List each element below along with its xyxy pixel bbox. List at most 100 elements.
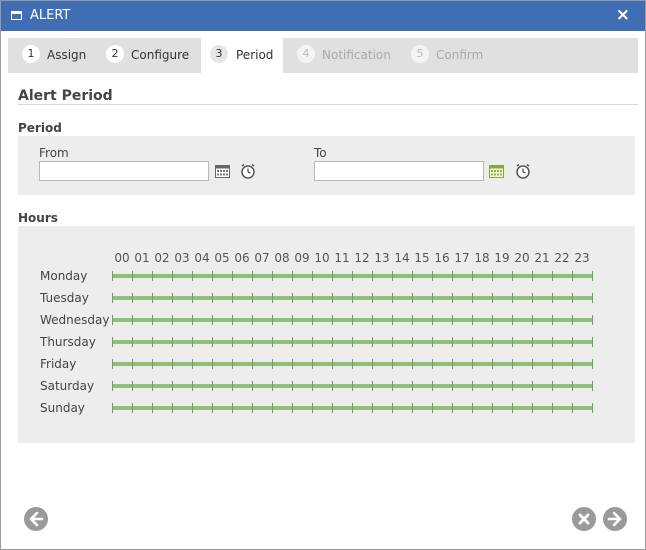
hour-tick (252, 271, 253, 281)
hour-tick (312, 359, 313, 369)
hour-tick (272, 315, 273, 325)
hour-label: 22 (554, 251, 570, 265)
day-hours-bar[interactable] (112, 314, 593, 326)
hour-tick (412, 403, 413, 413)
calendar-icon[interactable] (215, 164, 230, 178)
day-hours-bar[interactable] (112, 336, 593, 348)
clock-icon[interactable] (240, 163, 256, 179)
hour-tick (592, 381, 593, 391)
hour-tick (572, 271, 573, 281)
hour-tick (112, 315, 113, 325)
hour-tick (332, 403, 333, 413)
hour-tick (352, 293, 353, 303)
calendar-icon[interactable] (489, 164, 504, 178)
hour-tick (332, 381, 333, 391)
hour-tick (552, 315, 553, 325)
hour-tick (152, 315, 153, 325)
step-assign[interactable]: 1 Assign (8, 38, 96, 73)
hour-tick (172, 359, 173, 369)
hour-tick (352, 337, 353, 347)
day-label: Monday (40, 269, 88, 283)
hour-tick (412, 293, 413, 303)
hour-tick (432, 337, 433, 347)
hour-tick (412, 315, 413, 325)
hour-tick (212, 293, 213, 303)
hour-tick (172, 271, 173, 281)
hour-tick (272, 403, 273, 413)
hour-tick (552, 359, 553, 369)
day-hours-bar[interactable] (112, 402, 593, 414)
hour-tick (172, 293, 173, 303)
day-hours-bar[interactable] (112, 270, 593, 282)
day-hours-bar[interactable] (112, 358, 593, 370)
hour-tick (512, 271, 513, 281)
hour-tick (572, 293, 573, 303)
hour-tick (312, 293, 313, 303)
hour-tick (432, 271, 433, 281)
step-period[interactable]: 3 Period (201, 38, 283, 73)
day-label: Wednesday (40, 313, 110, 327)
hour-tick (172, 381, 173, 391)
hour-tick (392, 403, 393, 413)
window-icon (11, 11, 22, 20)
hour-tick (332, 271, 333, 281)
day-label: Tuesday (40, 291, 89, 305)
hour-label: 06 (234, 251, 250, 265)
window-title: ALERT (30, 8, 71, 23)
close-icon[interactable]: × (616, 5, 630, 25)
hour-tick (132, 315, 133, 325)
day-hours-bar[interactable] (112, 380, 593, 392)
hour-tick (212, 315, 213, 325)
hour-tick (492, 337, 493, 347)
hour-tick (212, 403, 213, 413)
hour-tick (252, 315, 253, 325)
hour-tick (512, 315, 513, 325)
step-number: 5 (411, 45, 429, 63)
hour-tick (292, 271, 293, 281)
hour-label: 11 (334, 251, 350, 265)
next-button[interactable] (603, 507, 627, 531)
hour-tick (152, 403, 153, 413)
hour-tick (412, 337, 413, 347)
hour-tick (252, 293, 253, 303)
hour-tick (132, 359, 133, 369)
hour-tick (192, 337, 193, 347)
hour-tick (512, 337, 513, 347)
hour-tick (432, 315, 433, 325)
hour-tick (532, 271, 533, 281)
to-date-input[interactable] (314, 161, 484, 181)
from-label: From (39, 146, 69, 160)
hour-label: 16 (434, 251, 450, 265)
hour-tick (312, 271, 313, 281)
cancel-button[interactable] (572, 507, 596, 531)
hour-label: 15 (414, 251, 430, 265)
alert-dialog: ALERT × 1 Assign 2 Configure 3 Period 4 … (0, 0, 646, 550)
hour-label: 10 (314, 251, 330, 265)
step-label: Configure (131, 48, 190, 62)
from-date-input[interactable] (39, 161, 209, 181)
hour-label: 12 (354, 251, 370, 265)
hour-tick (212, 381, 213, 391)
hour-tick (352, 381, 353, 391)
hour-tick (192, 403, 193, 413)
hour-tick (552, 337, 553, 347)
hour-tick (152, 271, 153, 281)
clock-icon[interactable] (515, 163, 531, 179)
step-configure[interactable]: 2 Configure (96, 38, 196, 73)
hour-label: 20 (514, 251, 530, 265)
hour-tick (432, 359, 433, 369)
hour-tick (172, 315, 173, 325)
hour-tick (492, 359, 493, 369)
hour-tick (312, 315, 313, 325)
hour-tick (592, 337, 593, 347)
back-button[interactable] (24, 507, 48, 531)
hour-tick (552, 403, 553, 413)
day-hours-bar[interactable] (112, 292, 593, 304)
step-number: 2 (106, 45, 124, 63)
hour-label: 00 (114, 251, 130, 265)
hour-tick (572, 381, 573, 391)
period-label: Period (18, 121, 62, 135)
hour-tick (292, 403, 293, 413)
hour-tick (352, 403, 353, 413)
hour-tick (492, 271, 493, 281)
